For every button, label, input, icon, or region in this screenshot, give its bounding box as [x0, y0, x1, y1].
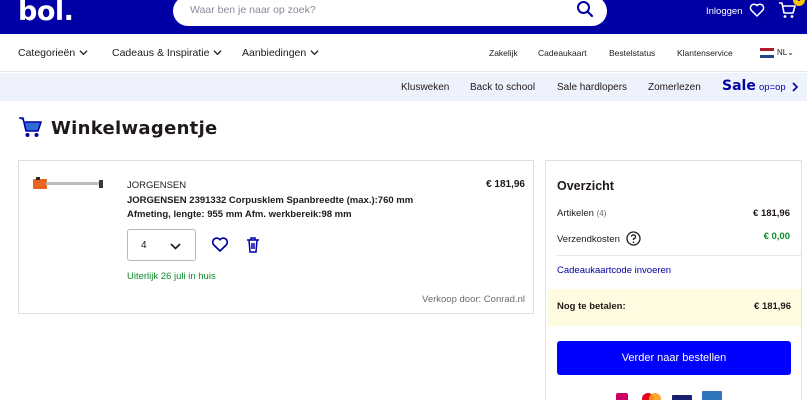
product-title[interactable]: JORGENSEN 2391332 Corpusklem Spanbreedte…	[127, 194, 447, 221]
nav-giftcard[interactable]: Cadeaukaart	[538, 48, 587, 58]
search-icon[interactable]	[575, 0, 595, 19]
giftcard-code-link[interactable]: Cadeaukaartcode invoeren	[557, 265, 671, 276]
top-bar: bol. Waar ben je naar op zoek? Inloggen …	[0, 0, 807, 34]
promo-link-zomerlezen[interactable]: Zomerlezen	[648, 82, 701, 93]
total-value: € 181,96	[754, 301, 791, 312]
language-selector[interactable]: NL⌄	[777, 48, 794, 57]
seller-info[interactable]: Verkoop door: Conrad.nl	[422, 294, 525, 305]
promo-link-back-to-school[interactable]: Back to school	[470, 82, 535, 93]
items-label: Artikelen	[557, 208, 594, 219]
nav-business[interactable]: Zakelijk	[489, 48, 518, 58]
chevron-down-icon	[170, 243, 181, 250]
items-count: (4)	[596, 209, 607, 218]
items-value: € 181,96	[753, 208, 790, 219]
summary-shipping-row: Verzendkosten € 0,00	[557, 231, 790, 246]
product-image[interactable]	[33, 177, 105, 191]
promo-link-klusweken[interactable]: Klusweken	[401, 82, 449, 93]
mastercard-logo-icon	[642, 393, 661, 400]
wishlist-heart-icon[interactable]	[749, 2, 765, 18]
chevron-down-icon	[79, 50, 88, 56]
shipping-label: Verzendkosten	[557, 234, 620, 245]
order-summary: Overzicht Artikelen (4) € 181,96 Verzend…	[545, 160, 802, 400]
wishlist-heart-icon[interactable]	[211, 236, 229, 253]
page-title: Winkelwagentje	[51, 118, 218, 139]
chevron-right-icon[interactable]	[790, 81, 800, 93]
nav-categories[interactable]: Categorieën	[18, 47, 88, 59]
cart-title-icon	[19, 117, 42, 137]
payment-methods	[616, 391, 722, 400]
product-brand[interactable]: JORGENSEN	[127, 180, 186, 191]
cart-item-card: JORGENSEN JORGENSEN 2391332 Corpusklem S…	[18, 160, 534, 314]
login-link[interactable]: Inloggen	[706, 6, 742, 17]
chevron-down-icon	[213, 50, 223, 56]
checkout-button[interactable]: Verder naar bestellen	[557, 341, 791, 375]
delivery-date: Uiterlijk 26 juli in huis	[127, 271, 216, 282]
sale-link[interactable]: Sale	[722, 78, 756, 94]
summary-title: Overzicht	[557, 179, 614, 193]
promo-link-sale-running[interactable]: Sale hardlopers	[557, 82, 627, 93]
search-input[interactable]: Waar ben je naar op zoek?	[190, 4, 316, 16]
search-box[interactable]: Waar ben je naar op zoek?	[173, 0, 607, 26]
summary-items-row: Artikelen (4) € 181,96	[557, 208, 790, 219]
chevron-down-icon	[310, 50, 319, 56]
trash-icon[interactable]	[246, 236, 260, 253]
nav-deals[interactable]: Aanbiedingen	[242, 47, 319, 59]
help-icon[interactable]	[625, 231, 641, 246]
shipping-value: € 0,00	[763, 231, 790, 242]
dutch-flag-icon[interactable]	[760, 48, 774, 58]
ideal-logo-icon	[616, 393, 628, 400]
sale-subtitle[interactable]: op=op	[759, 82, 786, 93]
summary-divider	[557, 255, 801, 256]
total-label: Nog te betalen:	[557, 301, 626, 312]
quantity-value: 4	[141, 240, 147, 251]
nav-gifts[interactable]: Cadeaus & Inspiratie	[112, 47, 223, 59]
total-row: Nog te betalen: € 181,96	[547, 289, 801, 326]
nav-bar: Categorieën Cadeaus & Inspiratie Aanbied…	[0, 34, 807, 72]
promo-strip: Klusweken Back to school Sale hardlopers…	[0, 73, 807, 101]
nav-customer-service[interactable]: Klantenservice	[677, 48, 733, 58]
product-price: € 181,96	[486, 179, 525, 190]
nav-order-status[interactable]: Bestelstatus	[609, 48, 655, 58]
visa-logo-icon	[672, 395, 692, 400]
quantity-select[interactable]: 4	[127, 229, 196, 261]
amex-logo-icon	[702, 391, 722, 400]
bol-logo[interactable]: bol.	[18, 0, 74, 27]
